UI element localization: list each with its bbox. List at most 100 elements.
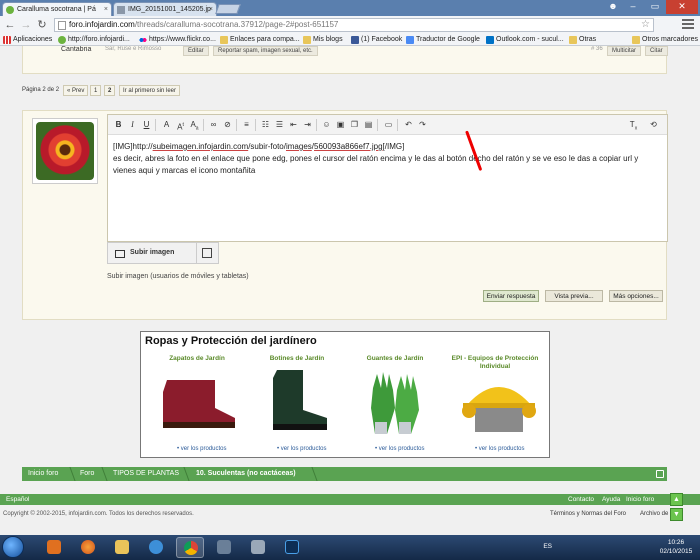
bookmark-flickr[interactable]: https://www.flickr.co...: [139, 34, 216, 46]
remove-format-icon[interactable]: Tx: [628, 119, 639, 132]
minimize-button[interactable]: –: [622, 0, 644, 14]
bold-button[interactable]: B: [113, 119, 124, 131]
font-family-icon[interactable]: Aa: [189, 119, 200, 132]
bookmark-facebook[interactable]: (1) Facebook: [351, 34, 402, 46]
breadcrumb-home[interactable]: Inicio foro: [28, 467, 58, 481]
unlink-icon[interactable]: ⊘: [222, 119, 233, 131]
back-arrow-icon[interactable]: ←: [3, 18, 17, 32]
see-products-link[interactable]: • ver los productos: [277, 446, 326, 452]
bookmark-infojardin[interactable]: http://foro.infojardi...: [58, 34, 130, 46]
scroll-top-button[interactable]: ▲: [670, 493, 683, 506]
prev-page-link[interactable]: « Prev: [63, 85, 89, 96]
tab-caralluma[interactable]: Caralluma socotrana | Pá ×: [2, 2, 112, 16]
close-tab-icon[interactable]: ×: [104, 3, 108, 16]
toggle-bbcode-icon[interactable]: ⟲: [648, 119, 659, 131]
numbered-list-icon[interactable]: ☰: [274, 119, 285, 131]
clock[interactable]: 10:26 02/10/2015: [658, 538, 694, 556]
taskbar-firefox[interactable]: [74, 537, 102, 558]
media-icon[interactable]: ❐: [349, 119, 360, 131]
bookmark-blogs[interactable]: Mis blogs: [303, 34, 343, 46]
rss-icon[interactable]: [656, 470, 664, 478]
breadcrumb-plant-types[interactable]: TIPOS DE PLANTAS: [113, 467, 179, 481]
ad-item-ppe[interactable]: EPI - Equipos de Protección Individual •…: [447, 355, 543, 455]
undo-icon[interactable]: ↶: [403, 119, 414, 131]
ad-item-gloves[interactable]: Guantes de Jardín • ver los productos: [347, 355, 443, 455]
edit-button[interactable]: Editar: [183, 46, 209, 56]
align-icon[interactable]: ≡: [241, 119, 252, 131]
contact-link[interactable]: Contacto: [568, 494, 594, 505]
preview-button[interactable]: Vista previa...: [545, 290, 603, 302]
reply-editor[interactable]: B I U A At Aa ∞ ⊘ ≡ ☷ ☰ ⇤ ⇥ ☺ ▣ ❐ ▤ ▭ ↶ …: [107, 114, 668, 242]
ad-banner[interactable]: Ropas y Protección del jardínero Zapatos…: [140, 331, 550, 458]
address-bar[interactable]: foro.infojardin.com/threads/caralluma-so…: [54, 18, 654, 32]
start-button[interactable]: [2, 536, 24, 558]
page-count-label: Página 2 de 2: [22, 87, 60, 93]
editor-content[interactable]: [IMG]http://subeimagen.infojardin.com/su…: [113, 141, 643, 177]
archive-link[interactable]: Archivo de: [640, 511, 668, 517]
maximize-button[interactable]: ▭: [644, 0, 666, 14]
breadcrumb: Inicio foro Foro TIPOS DE PLANTAS 10. Su…: [22, 467, 667, 481]
see-products-link[interactable]: • ver los productos: [475, 446, 524, 452]
send-reply-button[interactable]: Enviar respuesta: [483, 290, 539, 302]
ad-item-shoes[interactable]: Zapatos de Jardín • ver los productos: [149, 355, 245, 455]
language-indicator[interactable]: ES: [543, 543, 552, 550]
bookmark-otras[interactable]: Otras: [569, 34, 596, 46]
facebook-icon: [351, 36, 359, 44]
page-2-current[interactable]: 2: [104, 85, 116, 96]
language-selector[interactable]: Español: [6, 494, 30, 505]
bookmark-enlaces[interactable]: Enlaces para compa...: [220, 34, 300, 46]
taskbar-photoshop[interactable]: [278, 537, 306, 558]
close-tab-icon[interactable]: ×: [209, 3, 213, 16]
report-spam-button[interactable]: Reportar spam, imagen sexual, etc.: [213, 46, 318, 56]
more-options-button[interactable]: Más opciones...: [609, 290, 663, 302]
new-tab-button[interactable]: [215, 4, 241, 14]
terms-link[interactable]: Términos y Normas del Foro: [550, 511, 626, 517]
taskbar-app[interactable]: [244, 537, 272, 558]
taskbar-media-player[interactable]: [40, 537, 68, 558]
font-color-icon[interactable]: A: [161, 119, 172, 131]
breadcrumb-succulents[interactable]: 10. Suculentas (no cactáceas): [196, 467, 296, 481]
image-mountain-icon[interactable]: ▣: [335, 119, 346, 131]
taskbar-ie[interactable]: [142, 537, 170, 558]
bookmark-translate[interactable]: Traductor de Google: [406, 34, 480, 46]
bookmark-outlook[interactable]: Outlook.com - sucul...: [486, 34, 564, 46]
save-draft-icon[interactable]: ▭: [383, 119, 394, 131]
taskbar-window[interactable]: [210, 537, 238, 558]
external-link-icon[interactable]: [196, 243, 218, 264]
underline-button[interactable]: U: [141, 119, 152, 131]
home-link[interactable]: Inicio foro: [626, 494, 654, 505]
outdent-icon[interactable]: ⇤: [288, 119, 299, 131]
bookmark-star-icon[interactable]: ☆: [641, 19, 650, 31]
first-unread-link[interactable]: Ir al primero sin leer: [119, 85, 181, 96]
upload-image-bar[interactable]: Subir imagen: [107, 242, 219, 264]
see-products-link[interactable]: • ver los productos: [375, 446, 424, 452]
ad-item-boots[interactable]: Botines de Jardín • ver los productos: [249, 355, 345, 455]
tab-image[interactable]: IMG_20151001_145205.jp ×: [113, 2, 217, 16]
mobile-upload-link[interactable]: Subir imagen (usuarios de móviles y tabl…: [107, 273, 249, 280]
help-link[interactable]: Ayuda: [602, 494, 620, 505]
multiquote-button[interactable]: Multicitar: [607, 46, 642, 56]
bullet-list-icon[interactable]: ☷: [260, 119, 271, 131]
reload-icon[interactable]: ↻: [35, 18, 49, 32]
italic-button[interactable]: I: [127, 119, 138, 131]
smiley-icon[interactable]: ☺: [321, 119, 332, 131]
flickr-icon: [139, 36, 147, 44]
font-size-icon[interactable]: At: [175, 119, 186, 132]
close-window-button[interactable]: ✕: [666, 0, 698, 14]
bookmark-apps[interactable]: Aplicaciones: [3, 34, 52, 46]
page-1-link[interactable]: 1: [90, 85, 102, 96]
quote-button[interactable]: Citar: [645, 46, 668, 56]
link-icon[interactable]: ∞: [208, 119, 219, 131]
breadcrumb-forum[interactable]: Foro: [80, 467, 94, 481]
indent-icon[interactable]: ⇥: [302, 119, 313, 131]
taskbar-chrome[interactable]: [176, 537, 204, 558]
insert-icon[interactable]: ▤: [363, 119, 374, 131]
taskbar-explorer[interactable]: [108, 537, 136, 558]
chrome-menu-icon[interactable]: [682, 19, 694, 31]
redo-icon[interactable]: ↷: [417, 119, 428, 131]
scroll-bottom-button[interactable]: ▼: [670, 508, 683, 521]
bookmark-other[interactable]: Otros marcadores: [632, 34, 698, 46]
see-products-link[interactable]: • ver los productos: [177, 446, 226, 452]
forward-arrow-icon[interactable]: →: [19, 18, 33, 32]
user-icon[interactable]: ☻: [604, 0, 622, 14]
